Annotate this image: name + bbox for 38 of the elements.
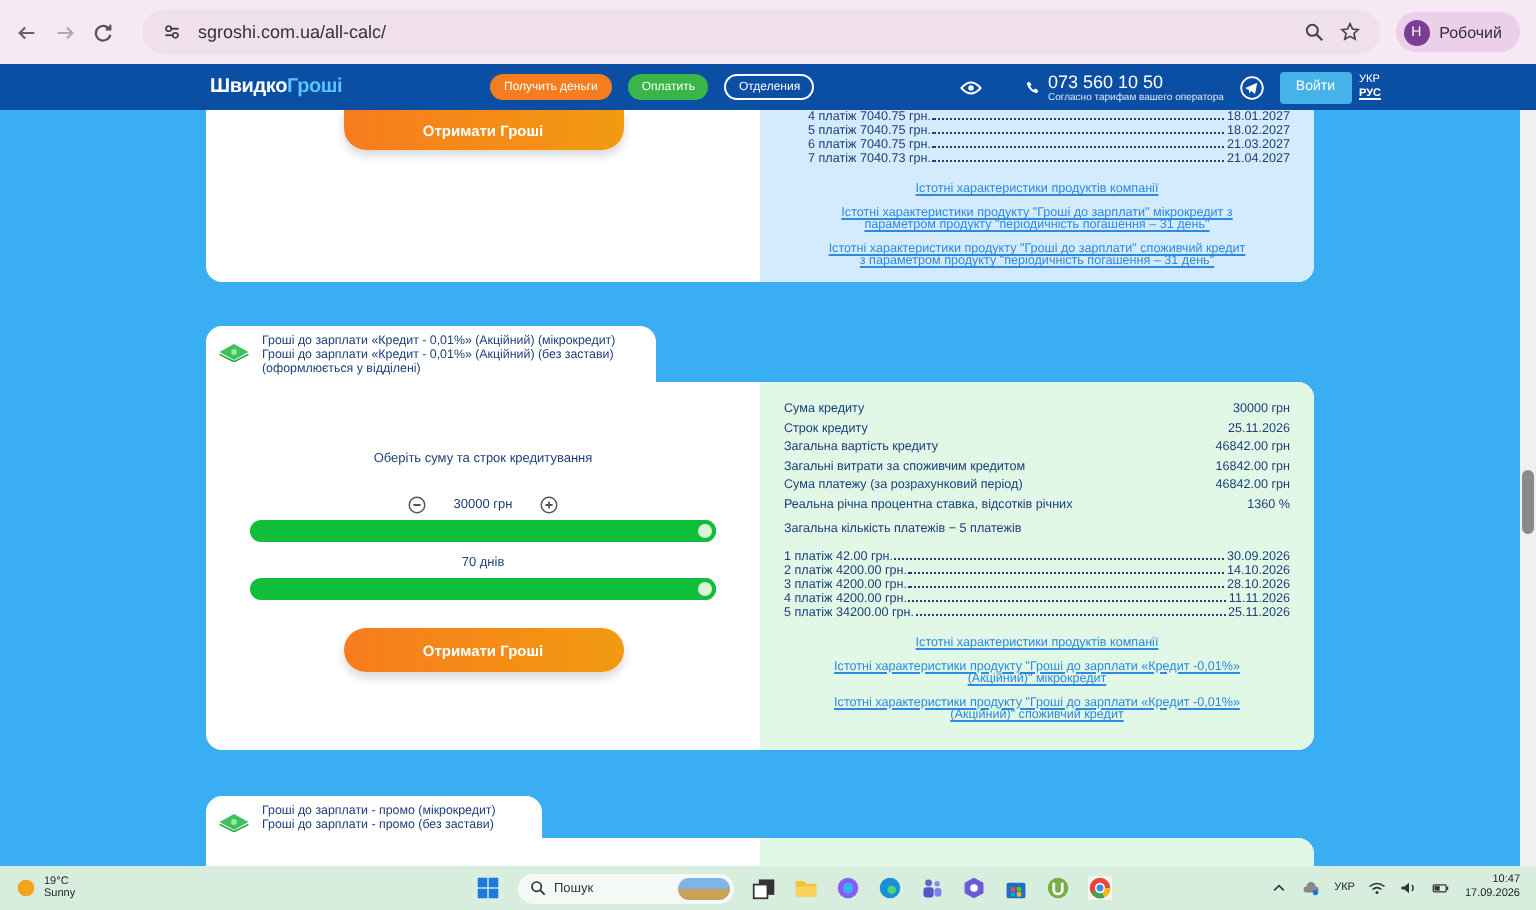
back-arrow-icon[interactable]	[16, 21, 38, 43]
speaker-icon[interactable]	[1400, 880, 1419, 896]
windows-start-icon[interactable]	[476, 876, 500, 900]
address-bar[interactable]: sgroshi.com.ua/all-calc/	[142, 10, 1380, 54]
cloud-icon[interactable]	[1302, 880, 1321, 896]
slider-track[interactable]	[250, 520, 716, 542]
app-icon[interactable]	[836, 876, 860, 900]
minus-icon	[407, 495, 426, 513]
scrollbar-thumb[interactable]	[1522, 470, 1534, 534]
browser-icon[interactable]	[878, 876, 902, 900]
plus-icon	[540, 495, 559, 513]
slider-thumb[interactable]	[694, 578, 716, 600]
slider-track[interactable]	[250, 578, 716, 600]
slider-thumb[interactable]	[694, 520, 716, 542]
app-icon[interactable]	[962, 876, 986, 900]
landscape-thumbnail	[678, 877, 730, 899]
zoom-icon[interactable]	[1303, 22, 1324, 42]
battery-icon[interactable]	[1432, 880, 1451, 896]
wifi-icon[interactable]	[1368, 880, 1387, 896]
chrome-icon[interactable]	[1088, 876, 1112, 900]
eye-icon[interactable]	[960, 79, 982, 95]
search-icon	[530, 880, 546, 896]
phone-icon	[1026, 80, 1040, 94]
people-icon[interactable]	[920, 876, 944, 900]
paper-plane-icon[interactable]	[1239, 75, 1264, 99]
chevron-up-icon[interactable]	[1270, 880, 1289, 896]
site-logo[interactable]: ШвидкоГроші	[210, 76, 490, 98]
phone-number[interactable]: 073 560 10 50	[1048, 71, 1164, 91]
star-icon[interactable]	[1339, 22, 1360, 42]
increase-button[interactable]	[540, 495, 559, 513]
reload-icon[interactable]	[92, 21, 114, 43]
decrease-button[interactable]	[407, 495, 426, 513]
app-icon[interactable]	[1046, 876, 1070, 900]
banknote-icon	[218, 812, 250, 832]
banknote-icon	[218, 342, 250, 362]
task-view-icon[interactable]	[752, 876, 776, 900]
scrollbar[interactable]	[1520, 110, 1536, 866]
site-settings-icon[interactable]	[162, 22, 182, 42]
